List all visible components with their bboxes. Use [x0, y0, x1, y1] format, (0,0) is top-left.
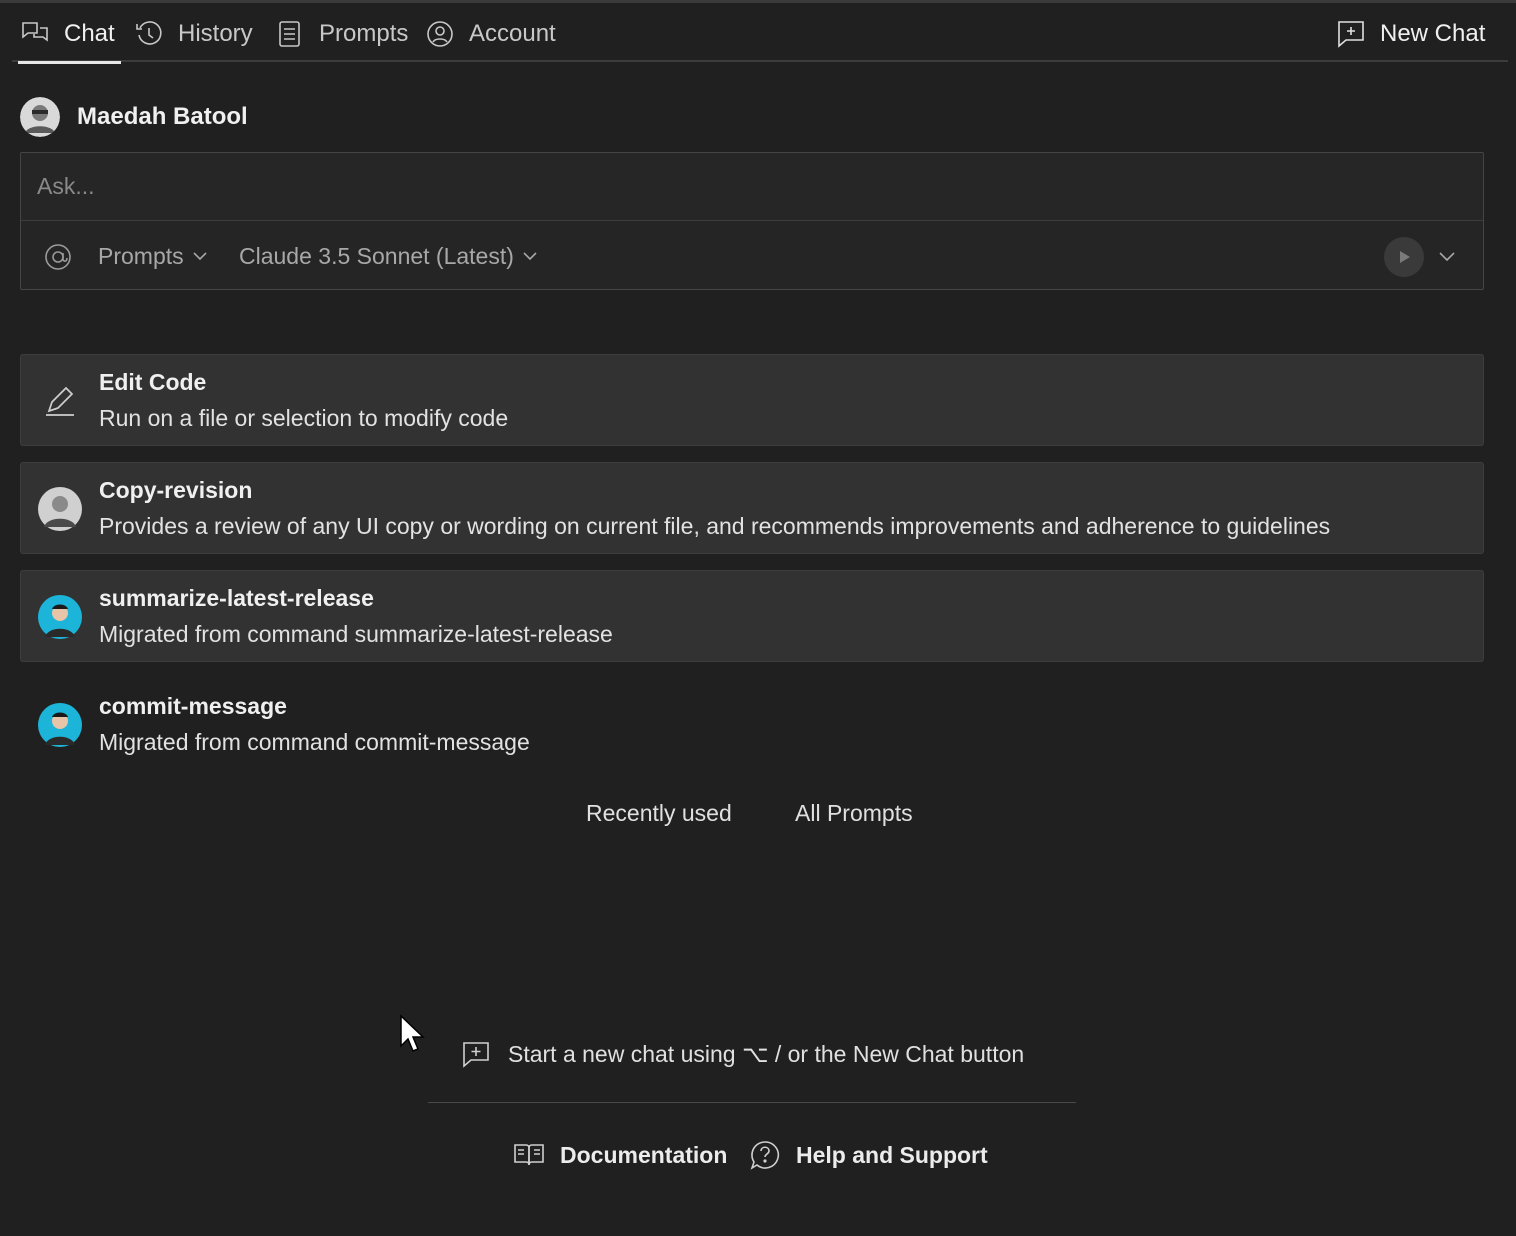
prompt-item-edit-code[interactable]: Edit Code Run on a file or selection to …	[20, 354, 1484, 446]
chat-icon	[20, 19, 50, 49]
help-icon	[748, 1138, 782, 1172]
prompt-description: Migrated from command summarize-latest-r…	[99, 621, 613, 647]
model-dropdown[interactable]: Claude 3.5 Sonnet (Latest)	[239, 240, 538, 272]
help-support-link[interactable]: Help and Support	[748, 1138, 988, 1172]
history-icon	[134, 19, 164, 49]
new-chat-label: New Chat	[1380, 20, 1486, 47]
tab-history-label: History	[178, 20, 253, 47]
new-chat-icon	[1336, 19, 1366, 49]
prompt-author-avatar	[38, 595, 82, 639]
user-row: Maedah Batool	[20, 96, 248, 138]
prompt-description: Run on a file or selection to modify cod…	[99, 405, 509, 431]
tab-prompts-label: Prompts	[319, 20, 409, 47]
mouse-cursor-icon	[400, 1014, 425, 1052]
prompt-description: Migrated from command commit-message	[99, 729, 530, 755]
prompt-title: commit-message	[99, 693, 287, 719]
tab-account-label: Account	[469, 20, 556, 47]
footer-divider	[428, 1102, 1076, 1103]
tab-prompts[interactable]: Prompts	[275, 6, 408, 62]
prompts-dropdown[interactable]: Prompts	[98, 240, 208, 272]
pencil-icon	[38, 379, 82, 423]
prompt-title: Copy-revision	[99, 477, 253, 503]
documentation-link[interactable]: Documentation	[512, 1138, 727, 1172]
prompt-title: Edit Code	[99, 369, 207, 395]
tab-recently-used[interactable]: Recently used	[586, 800, 732, 827]
prompt-description: Provides a review of any UI copy or word…	[99, 513, 1331, 539]
send-button[interactable]	[1384, 237, 1424, 277]
tab-account[interactable]: Account	[425, 6, 556, 62]
ask-box: Prompts Claude 3.5 Sonnet (Latest)	[20, 152, 1484, 290]
model-dropdown-label: Claude 3.5 Sonnet (Latest)	[239, 242, 514, 269]
tab-chat[interactable]: Chat	[18, 6, 121, 64]
user-name: Maedah Batool	[77, 103, 248, 130]
prompts-dropdown-label: Prompts	[98, 242, 184, 269]
window-top-border	[0, 0, 1516, 3]
play-icon	[1400, 251, 1410, 263]
new-chat-icon	[460, 1038, 492, 1070]
at-mention-icon[interactable]	[43, 242, 73, 272]
new-chat-hint: Start a new chat using ⌥ / or the New Ch…	[460, 1038, 1024, 1070]
tab-all-prompts[interactable]: All Prompts	[795, 800, 913, 827]
tab-history[interactable]: History	[134, 6, 253, 62]
prompt-item-copy-revision[interactable]: Copy-revision Provides a review of any U…	[20, 462, 1484, 554]
document-icon	[275, 19, 305, 49]
user-avatar	[20, 97, 60, 137]
send-options-chevron-icon[interactable]	[1437, 246, 1457, 266]
documentation-label: Documentation	[560, 1141, 728, 1168]
help-support-label: Help and Support	[796, 1141, 988, 1168]
ask-controls: Prompts Claude 3.5 Sonnet (Latest)	[21, 222, 1483, 290]
tab-chat-label: Chat	[64, 20, 115, 47]
prompt-item-summarize-latest-release[interactable]: summarize-latest-release Migrated from c…	[20, 570, 1484, 662]
ask-input[interactable]	[21, 153, 1483, 221]
new-chat-button[interactable]: New Chat	[1336, 6, 1485, 62]
account-icon	[425, 19, 455, 49]
prompt-title: summarize-latest-release	[99, 585, 374, 611]
new-chat-hint-text: Start a new chat using ⌥ / or the New Ch…	[508, 1040, 1025, 1067]
book-icon	[512, 1138, 546, 1172]
prompt-item-commit-message[interactable]: commit-message Migrated from command com…	[20, 678, 1484, 770]
prompt-author-avatar	[38, 487, 82, 531]
prompt-author-avatar	[38, 703, 82, 747]
chevron-down-icon	[192, 248, 208, 264]
chevron-down-icon	[522, 248, 538, 264]
tab-bar: Chat History Prompts Account New Chat	[12, 6, 1508, 64]
